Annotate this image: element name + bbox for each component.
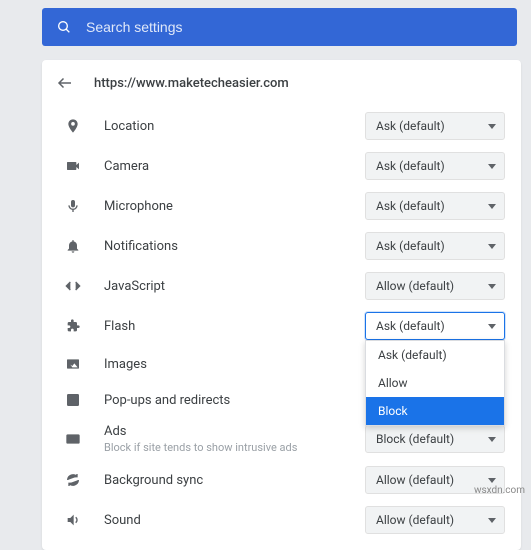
chevron-down-icon: [488, 478, 496, 483]
chevron-down-icon: [488, 437, 496, 442]
permission-label: Camera: [104, 159, 365, 174]
permission-row-bgsync: Background sync Allow (default): [42, 460, 521, 500]
select-value: Ask (default): [376, 159, 445, 173]
permission-label: Location: [104, 119, 365, 134]
chevron-down-icon: [488, 244, 496, 249]
select-value: Ask (default): [376, 199, 445, 213]
select-value: Block (default): [376, 432, 454, 446]
select-value: Ask (default): [376, 239, 445, 253]
permission-select-javascript[interactable]: Allow (default): [365, 272, 505, 300]
permission-label: Sound: [104, 513, 365, 528]
permission-label: Ads: [104, 424, 365, 439]
permission-row-flash: FlashAsk (default)Ask (default)AllowBloc…: [42, 306, 521, 346]
site-url: https://www.maketecheasier.com: [94, 76, 289, 91]
permission-row-microphone: Microphone Ask (default): [42, 186, 521, 226]
dropdown-option[interactable]: Block: [366, 397, 504, 425]
permission-label: Flash: [104, 319, 365, 334]
permission-select-camera[interactable]: Ask (default): [365, 152, 505, 180]
chevron-down-icon: [488, 204, 496, 209]
permission-label: Notifications: [104, 239, 365, 254]
search-icon: [56, 19, 72, 35]
permission-row-notifications: Notifications Ask (default): [42, 226, 521, 266]
search-bar[interactable]: [42, 8, 517, 46]
chevron-down-icon: [488, 124, 496, 129]
permission-row-sound: Sound Allow (default): [42, 500, 521, 540]
location-icon: [64, 118, 82, 134]
select-value: Allow (default): [376, 513, 454, 527]
site-settings-card: https://www.maketecheasier.com Location A…: [42, 60, 521, 550]
puzzle-icon: [64, 318, 82, 334]
back-button[interactable]: [56, 74, 74, 92]
permission-label: Microphone: [104, 199, 365, 214]
chevron-down-icon: [488, 164, 496, 169]
select-value: Ask (default): [376, 119, 445, 133]
dropdown-option[interactable]: Allow: [366, 369, 504, 397]
permission-label: JavaScript: [104, 279, 365, 294]
permission-select-location[interactable]: Ask (default): [365, 112, 505, 140]
code-icon: [64, 278, 82, 294]
select-value: Allow (default): [376, 473, 454, 487]
images-icon: [64, 356, 82, 372]
camera-icon: [64, 158, 82, 174]
search-input[interactable]: [86, 19, 503, 35]
permission-select-notifications[interactable]: Ask (default): [365, 232, 505, 260]
permission-select-flash[interactable]: Ask (default): [365, 312, 505, 340]
ads-icon: [64, 431, 82, 447]
chevron-down-icon: [488, 284, 496, 289]
bell-icon: [64, 238, 82, 254]
permission-row-camera: Camera Ask (default): [42, 146, 521, 186]
permission-select-microphone[interactable]: Ask (default): [365, 192, 505, 220]
popup-icon: [64, 392, 82, 408]
permission-row-location: Location Ask (default): [42, 106, 521, 146]
sound-icon: [64, 512, 82, 528]
permission-sublabel: Block if site tends to show intrusive ad…: [104, 441, 365, 454]
chevron-down-icon: [488, 324, 496, 329]
dropdown-option[interactable]: Ask (default): [366, 341, 504, 369]
select-value: Ask (default): [376, 319, 445, 333]
permission-row-javascript: JavaScript Allow (default): [42, 266, 521, 306]
permission-dropdown-flash: Ask (default)AllowBlock: [365, 340, 505, 426]
watermark: wsxdn.com: [474, 485, 525, 496]
chevron-down-icon: [488, 518, 496, 523]
permission-label: Background sync: [104, 473, 365, 488]
sync-icon: [64, 472, 82, 488]
select-value: Allow (default): [376, 279, 454, 293]
microphone-icon: [64, 198, 82, 214]
permission-select-ads[interactable]: Block (default): [365, 425, 505, 453]
permission-select-sound[interactable]: Allow (default): [365, 506, 505, 534]
